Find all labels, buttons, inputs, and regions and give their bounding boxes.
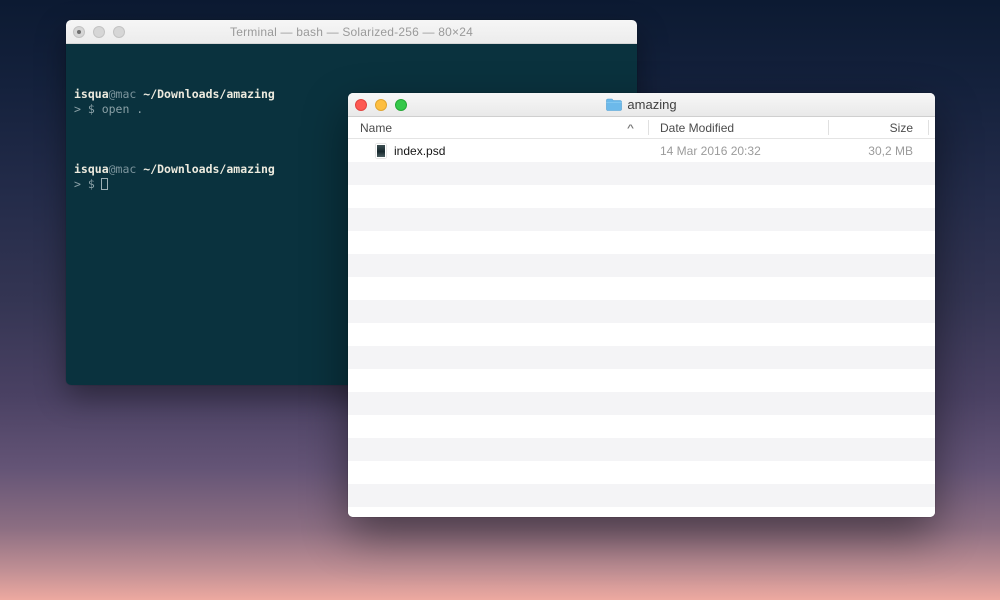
file-size-cell: 30,2 MB: [868, 143, 913, 158]
zoom-button-icon[interactable]: [113, 26, 125, 38]
column-divider[interactable]: [928, 120, 929, 135]
terminal-prompt: > $: [74, 177, 95, 191]
finder-traffic-lights: [355, 99, 407, 111]
finder-file-list[interactable]: index.psd 14 Mar 2016 20:32 30,2 MB: [348, 139, 935, 517]
terminal-path-text: ~/Downloads/amazing: [143, 87, 275, 101]
psd-file-icon: [376, 143, 386, 158]
column-divider[interactable]: [648, 120, 649, 135]
minimize-button-icon[interactable]: [375, 99, 387, 111]
close-button-icon[interactable]: [73, 26, 85, 38]
column-header-size-label: Size: [889, 120, 913, 135]
column-header-date-label: Date Modified: [660, 120, 735, 135]
close-button-icon[interactable]: [355, 99, 367, 111]
finder-column-headers: Name ^ Date Modified Size: [348, 117, 935, 139]
terminal-titlebar[interactable]: Terminal — bash — Solarized-256 — 80×24: [66, 20, 637, 44]
desktop-background: Terminal — bash — Solarized-256 — 80×24 …: [0, 0, 1000, 600]
terminal-window-title: Terminal — bash — Solarized-256 — 80×24: [230, 24, 473, 39]
column-divider[interactable]: [828, 120, 829, 135]
column-header-date-modified[interactable]: Date Modified: [648, 117, 828, 138]
terminal-user: isqua: [74, 162, 109, 176]
terminal-command: > $ open .: [74, 102, 144, 116]
terminal-host: @mac: [108, 162, 137, 176]
folder-icon: [606, 98, 623, 111]
finder-window-title: amazing: [606, 97, 677, 112]
unsaved-dot-icon: [77, 30, 81, 34]
terminal-host: @mac: [108, 87, 137, 101]
column-header-name-label: Name: [360, 120, 393, 135]
file-name-cell: index.psd: [348, 143, 648, 158]
finder-title-text: amazing: [627, 97, 677, 112]
finder-titlebar[interactable]: amazing: [348, 93, 935, 117]
terminal-user: isqua: [74, 87, 109, 101]
column-header-size[interactable]: Size: [828, 117, 928, 138]
zoom-button-icon[interactable]: [395, 99, 407, 111]
column-header-name[interactable]: Name ^: [348, 117, 648, 138]
terminal-path-text: ~/Downloads/amazing: [143, 162, 275, 176]
minimize-button-icon[interactable]: [93, 26, 105, 38]
terminal-cursor: [100, 178, 108, 190]
terminal-traffic-lights: [73, 26, 125, 38]
finder-window[interactable]: amazing Name ^ Date Modified Size index.…: [348, 93, 935, 517]
sort-ascending-icon: ^: [626, 121, 634, 134]
table-row[interactable]: index.psd 14 Mar 2016 20:32 30,2 MB: [348, 139, 935, 162]
file-date-cell: 14 Mar 2016 20:32: [660, 143, 761, 158]
file-name: index.psd: [394, 143, 446, 158]
